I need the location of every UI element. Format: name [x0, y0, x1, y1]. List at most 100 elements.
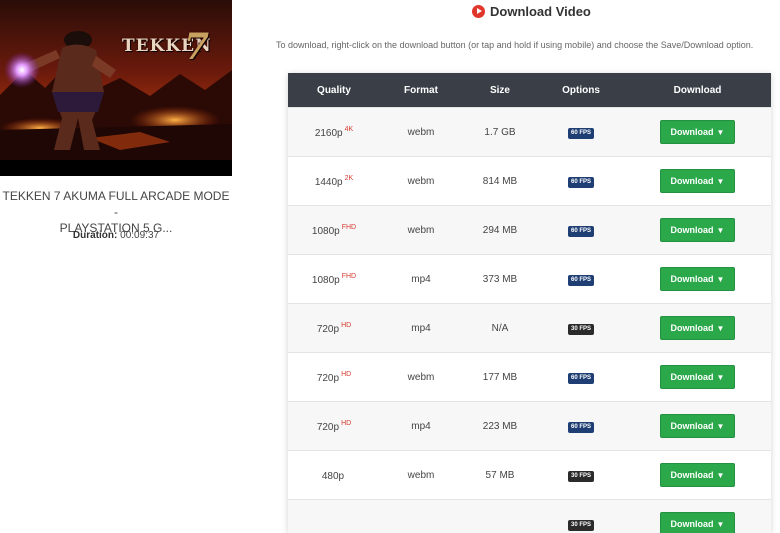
download-button-label: Download	[671, 225, 714, 235]
quality-cell: 1440p2K	[288, 157, 380, 206]
fps-badge: 60 FPS	[568, 128, 594, 139]
header-format: Format	[380, 73, 462, 108]
caret-down-icon: ▼	[717, 520, 725, 529]
download-cell: Download▼	[624, 304, 771, 353]
options-cell: 30 FPS	[538, 500, 624, 533]
download-heading: Download Video	[472, 2, 591, 20]
quality-badge: 2K	[345, 175, 354, 182]
size-cell: 223 MB	[462, 402, 538, 451]
download-button-label: Download	[671, 274, 714, 284]
caret-down-icon: ▼	[717, 128, 725, 137]
quality-cell: 480p	[288, 451, 380, 500]
download-cell: Download▼	[624, 206, 771, 255]
table-row: 1080pFHD mp4 373 MB 60 FPS Download▼	[288, 255, 771, 304]
download-button-label: Download	[671, 127, 714, 137]
options-cell: 60 FPS	[538, 206, 624, 255]
size-cell: 814 MB	[462, 157, 538, 206]
quality-badge: FHD	[342, 273, 356, 280]
size-cell: 294 MB	[462, 206, 538, 255]
table-row: 480p webm 57 MB 30 FPS Download▼	[288, 451, 771, 500]
table-row: 1080pFHD webm 294 MB 60 FPS Download▼	[288, 206, 771, 255]
quality-value: 720p	[317, 324, 339, 335]
video-title: TEKKEN 7 AKUMA FULL ARCADE MODE - PLAYST…	[0, 188, 232, 236]
download-button[interactable]: Download▼	[660, 267, 736, 291]
table-header-row: Quality Format Size Options Download	[288, 73, 771, 108]
fps-badge: 60 FPS	[568, 226, 594, 237]
table-row: 720pHD mp4 N/A 30 FPS Download▼	[288, 304, 771, 353]
caret-down-icon: ▼	[717, 373, 725, 382]
quality-value: 720p	[317, 422, 339, 433]
quality-cell: 2160p4K	[288, 108, 380, 157]
download-button[interactable]: Download▼	[660, 169, 736, 193]
download-button[interactable]: Download▼	[660, 512, 736, 533]
format-cell: webm	[380, 108, 462, 157]
download-cell: Download▼	[624, 451, 771, 500]
quality-value: 1080p	[312, 275, 340, 286]
size-cell	[462, 500, 538, 533]
fps-badge: 30 FPS	[568, 471, 594, 482]
caret-down-icon: ▼	[717, 324, 725, 333]
download-button[interactable]: Download▼	[660, 463, 736, 487]
download-button-label: Download	[671, 519, 714, 529]
download-button-label: Download	[671, 470, 714, 480]
quality-badge: HD	[341, 371, 351, 378]
fps-badge: 60 FPS	[568, 373, 594, 384]
quality-cell: 720pHD	[288, 353, 380, 402]
download-button-label: Download	[671, 372, 714, 382]
download-cell: Download▼	[624, 255, 771, 304]
download-button-label: Download	[671, 323, 714, 333]
download-cell: Download▼	[624, 402, 771, 451]
video-title-line1: TEKKEN 7 AKUMA FULL ARCADE MODE -	[0, 188, 232, 220]
options-cell: 60 FPS	[538, 157, 624, 206]
download-table-container: Quality Format Size Options Download 216…	[288, 73, 771, 533]
download-cell: Download▼	[624, 157, 771, 206]
format-cell: mp4	[380, 255, 462, 304]
caret-down-icon: ▼	[717, 226, 725, 235]
quality-badge: HD	[341, 322, 351, 329]
fps-badge: 60 FPS	[568, 177, 594, 188]
options-cell: 60 FPS	[538, 353, 624, 402]
duration-label: Duration:	[73, 230, 117, 241]
format-cell: mp4	[380, 304, 462, 353]
header-options: Options	[538, 73, 624, 108]
options-cell: 30 FPS	[538, 304, 624, 353]
quality-badge: 4K	[345, 126, 354, 133]
download-button[interactable]: Download▼	[660, 414, 736, 438]
quality-value: 1080p	[312, 226, 340, 237]
fps-badge: 30 FPS	[568, 520, 594, 531]
quality-cell: 720pHD	[288, 304, 380, 353]
download-button[interactable]: Download▼	[660, 316, 736, 340]
quality-badge: FHD	[342, 224, 356, 231]
size-cell: 373 MB	[462, 255, 538, 304]
table-row: 1440p2K webm 814 MB 60 FPS Download▼	[288, 157, 771, 206]
quality-value: 2160p	[315, 128, 343, 139]
format-cell: webm	[380, 157, 462, 206]
download-button[interactable]: Download▼	[660, 120, 736, 144]
quality-cell: 1080pFHD	[288, 255, 380, 304]
format-cell: webm	[380, 206, 462, 255]
format-cell: mp4	[380, 402, 462, 451]
download-button-label: Download	[671, 176, 714, 186]
table-row: 30 FPS Download▼	[288, 500, 771, 533]
caret-down-icon: ▼	[717, 471, 725, 480]
download-heading-text: Download Video	[490, 4, 591, 19]
tekken-logo: TEKKEN 7	[122, 36, 212, 56]
size-cell: 57 MB	[462, 451, 538, 500]
tekken-logo-number: 7	[184, 26, 210, 68]
download-instructions: To download, right-click on the download…	[276, 40, 780, 50]
video-thumbnail[interactable]: TEKKEN 7	[0, 0, 232, 176]
caret-down-icon: ▼	[717, 275, 725, 284]
fps-badge: 60 FPS	[568, 422, 594, 433]
fps-badge: 60 FPS	[568, 275, 594, 286]
header-download: Download	[624, 73, 771, 108]
format-cell: webm	[380, 353, 462, 402]
download-button[interactable]: Download▼	[660, 365, 736, 389]
fps-badge: 30 FPS	[568, 324, 594, 335]
table-row: 2160p4K webm 1.7 GB 60 FPS Download▼	[288, 108, 771, 157]
options-cell: 30 FPS	[538, 451, 624, 500]
caret-down-icon: ▼	[717, 177, 725, 186]
download-button[interactable]: Download▼	[660, 218, 736, 242]
download-button-label: Download	[671, 421, 714, 431]
quality-cell: 720pHD	[288, 402, 380, 451]
quality-value: 720p	[317, 373, 339, 384]
